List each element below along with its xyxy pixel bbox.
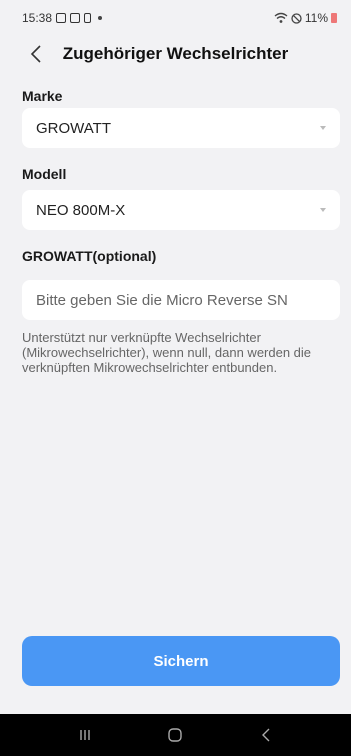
- status-time: 15:38: [22, 11, 53, 25]
- battery-percent: 11%: [304, 11, 328, 25]
- sn-input[interactable]: [22, 280, 340, 320]
- app-notification-icon: [84, 13, 92, 23]
- back-button[interactable]: [24, 42, 48, 66]
- chevron-left-icon[interactable]: [30, 45, 42, 63]
- recent-apps-icon[interactable]: [78, 728, 92, 742]
- caret-down-icon: [320, 208, 326, 212]
- brand-value: GROWATT: [36, 119, 111, 137]
- brand-select[interactable]: GROWATT: [22, 108, 340, 148]
- save-button[interactable]: Sichern: [22, 636, 340, 686]
- home-icon[interactable]: [167, 727, 183, 743]
- system-nav-bar: [0, 714, 351, 756]
- recent-apps-button[interactable]: [65, 723, 105, 747]
- model-label: Modell: [22, 166, 67, 182]
- wifi-icon: [274, 12, 288, 23]
- status-left: 15:38: [22, 11, 103, 25]
- sn-label: GROWATT(optional): [22, 248, 157, 264]
- do-not-disturb-icon: [291, 12, 302, 24]
- battery-icon: [331, 13, 337, 23]
- model-select[interactable]: NEO 800M-X: [22, 190, 340, 230]
- caret-down-icon: [320, 126, 326, 130]
- brand-label: Marke: [22, 88, 63, 104]
- gallery-notification-icon: [56, 13, 67, 23]
- mail-notification-icon: [70, 13, 81, 23]
- header: Zugehöriger Wechselrichter: [0, 36, 351, 72]
- more-notifications-icon: [98, 16, 103, 20]
- status-right: 11%: [274, 11, 337, 25]
- hint-text: Unterstützt nur verknüpfte Wechselrichte…: [22, 330, 312, 375]
- home-button[interactable]: [155, 723, 195, 747]
- page-title: Zugehöriger Wechselrichter: [62, 44, 289, 63]
- nav-back-button[interactable]: [246, 723, 286, 747]
- model-value: NEO 800M-X: [36, 201, 126, 219]
- back-icon[interactable]: [261, 728, 271, 742]
- status-bar: 15:38 11%: [0, 0, 351, 36]
